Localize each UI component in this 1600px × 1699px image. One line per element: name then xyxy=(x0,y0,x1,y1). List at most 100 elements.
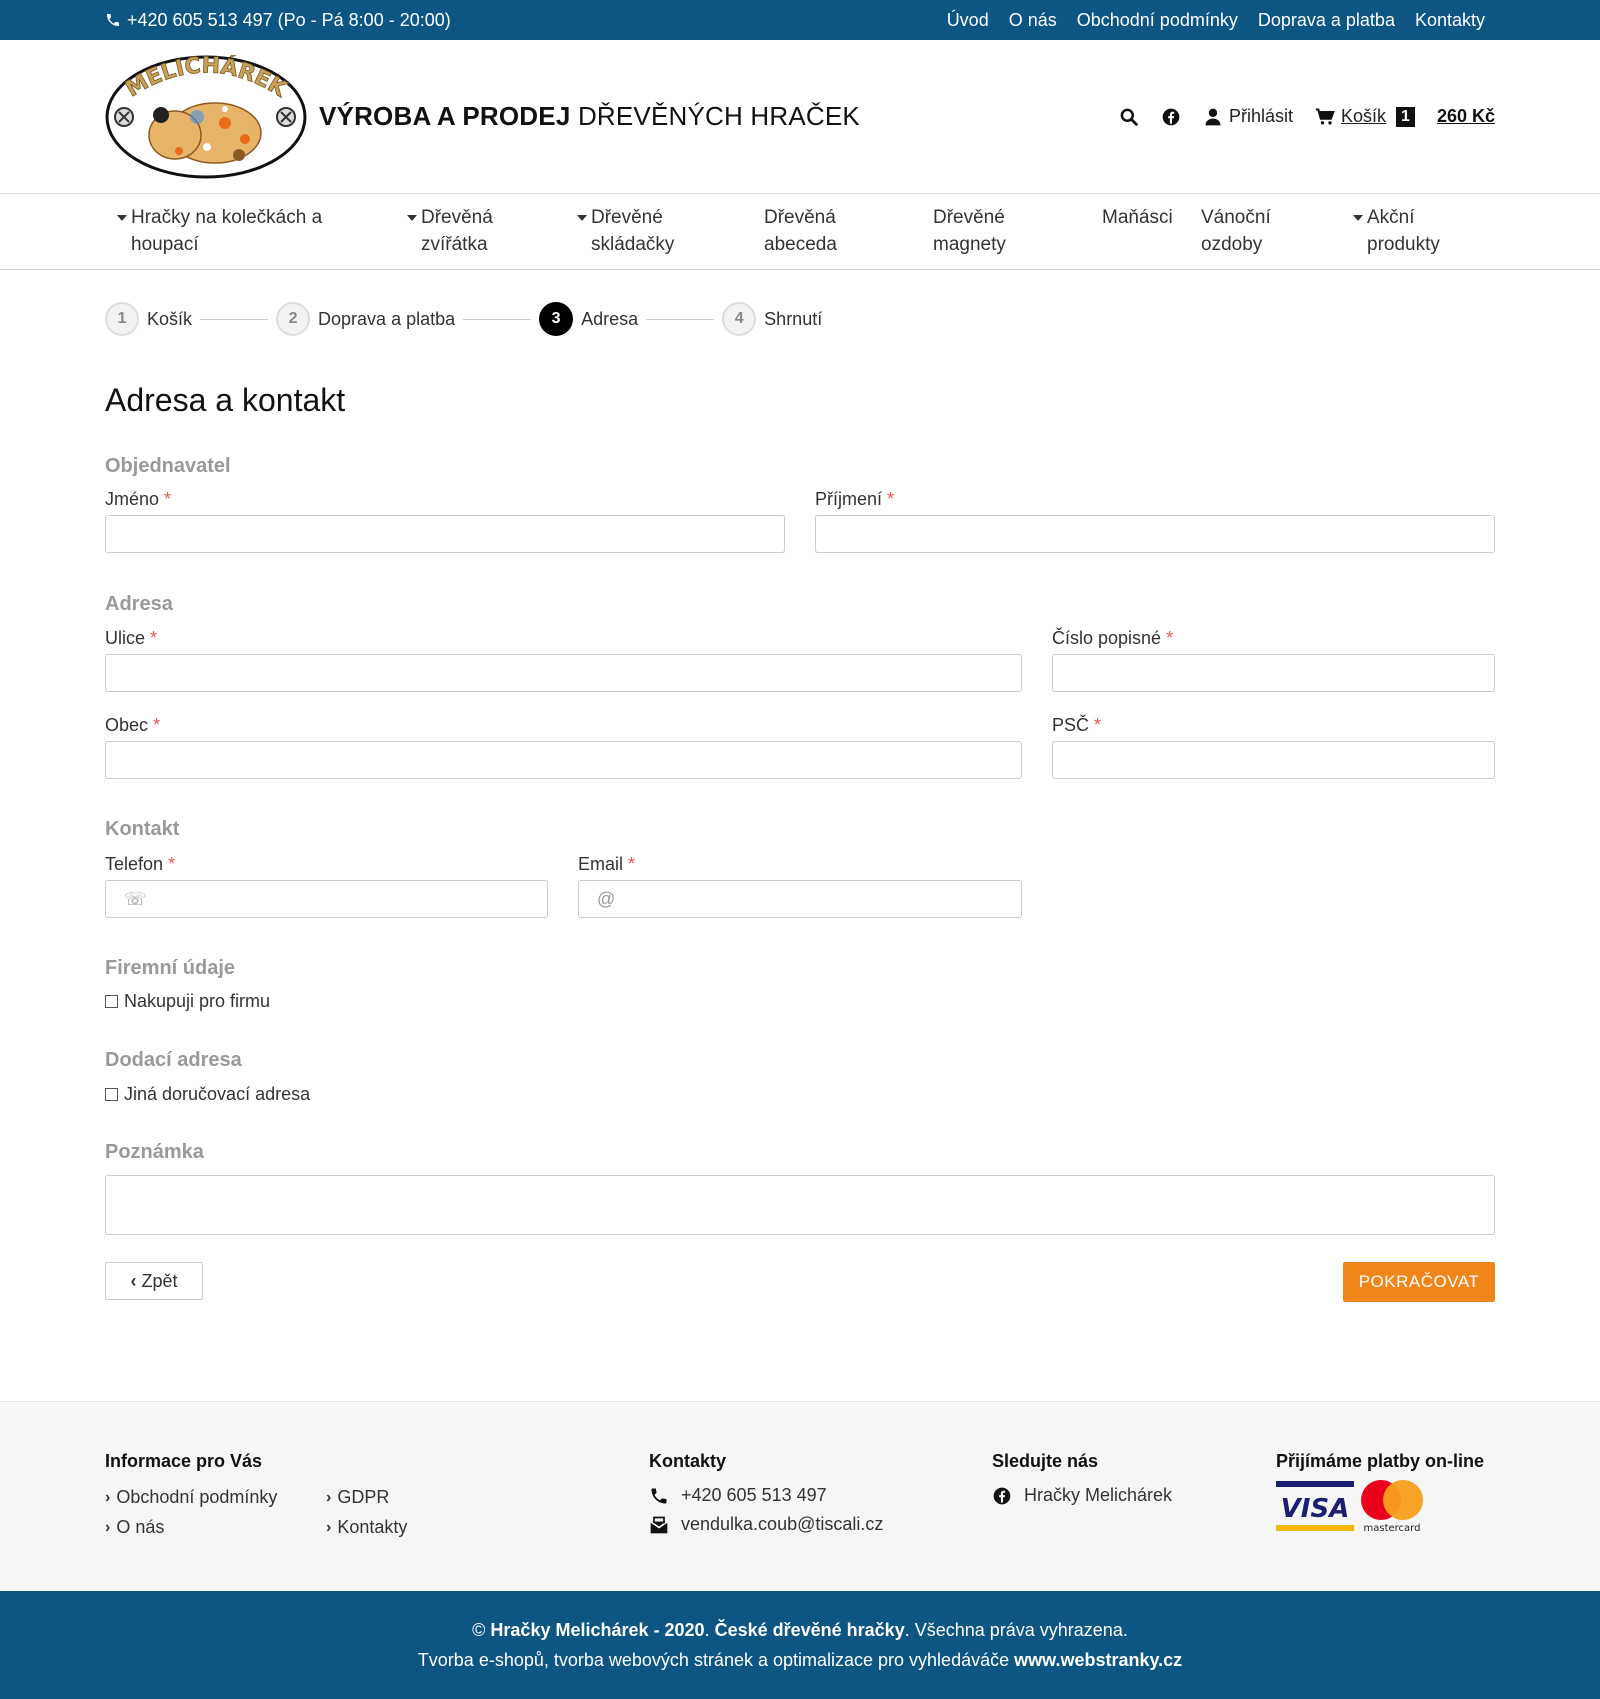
zip-input[interactable] xyxy=(1052,741,1495,779)
nav-item-hracky-na-koleckach[interactable]: Hračky na kolečkách a houpací xyxy=(117,204,407,258)
site-logo[interactable]: MELICHÁREK xyxy=(105,52,307,179)
label-text: Číslo popisné xyxy=(1052,628,1162,648)
caret-down-icon xyxy=(117,215,127,221)
footer-facebook-link[interactable]: Hračky Melichárek xyxy=(992,1485,1172,1506)
email-input[interactable]: @ xyxy=(578,880,1022,918)
credits-link[interactable]: www.webstranky.cz xyxy=(1014,1650,1182,1670)
top-nav-obchodni-podminky[interactable]: Obchodní podmínky xyxy=(1077,10,1238,31)
nav-item-drevene-skladacky[interactable]: Dřevěné skládačky xyxy=(577,204,764,258)
section-address: Adresa xyxy=(105,593,173,615)
delivery-checkbox-row[interactable]: Jiná doručovací adresa xyxy=(105,1084,310,1105)
copyright-symbol: © xyxy=(472,1620,486,1640)
footer-link-obchodni-podminky[interactable]: › Obchodní podmínky xyxy=(105,1487,277,1508)
section-contact: Kontakt xyxy=(105,818,180,840)
footer-phone[interactable]: +420 605 513 497 xyxy=(649,1485,827,1506)
nav-label: produkty xyxy=(1367,234,1440,255)
top-nav-o-nas[interactable]: O nás xyxy=(1009,10,1057,31)
street-input[interactable] xyxy=(105,654,1022,692)
top-nav-doprava-a-platba[interactable]: Doprava a platba xyxy=(1258,10,1395,31)
required-mark: * xyxy=(168,854,176,874)
continue-button-label: POKRAČOVAT xyxy=(1358,1272,1480,1291)
footer-link-label: Obchodní podmínky xyxy=(116,1487,278,1507)
nav-label: Maňásci xyxy=(1102,207,1173,228)
label-text: Email xyxy=(578,854,624,874)
caret-down-icon xyxy=(1353,215,1363,221)
top-nav-kontakty[interactable]: Kontakty xyxy=(1415,10,1485,31)
section-delivery: Dodací adresa xyxy=(105,1049,242,1071)
footer-link-kontakty[interactable]: › Kontakty xyxy=(326,1517,407,1538)
required-mark: * xyxy=(887,489,895,509)
nav-label: houpací xyxy=(131,234,199,255)
label-text: Jméno xyxy=(105,489,160,509)
last-name-input[interactable] xyxy=(815,515,1495,553)
delivery-checkbox[interactable] xyxy=(105,1088,118,1101)
house-number-input[interactable] xyxy=(1052,654,1495,692)
company-checkbox[interactable] xyxy=(105,995,118,1008)
city-label: Obec * xyxy=(105,715,160,736)
login-link[interactable]: Přihlásit xyxy=(1203,106,1293,127)
step-label: Doprava a platba xyxy=(318,308,456,329)
cart-price[interactable]: 260 Kč xyxy=(1437,106,1495,127)
email-placeholder: @ xyxy=(597,888,616,909)
nav-label: Akční xyxy=(1367,207,1415,228)
email-label: Email * xyxy=(578,854,635,875)
back-button-label: Zpět xyxy=(141,1270,178,1291)
footer-link-label: Kontakty xyxy=(337,1517,408,1537)
chevron-right-icon: › xyxy=(105,1518,111,1536)
label-text: Telefon xyxy=(105,854,164,874)
label-text: Ulice xyxy=(105,628,146,648)
first-name-input[interactable] xyxy=(105,515,785,553)
step-cart[interactable]: 1 Košík xyxy=(105,302,192,336)
top-phone[interactable]: +420 605 513 497 (Po - Pá 8:00 - 20:00) xyxy=(105,10,451,31)
user-icon xyxy=(1205,108,1221,125)
required-mark: * xyxy=(1166,628,1174,648)
nav-item-vanocni-ozdoby[interactable]: Vánoční ozdoby xyxy=(1201,204,1353,258)
nav-item-drevena-abeceda[interactable]: Dřevěná abeceda xyxy=(764,204,933,258)
tagline-bold: VÝROBA A PRODEJ xyxy=(319,101,571,131)
footer-link-gdpr[interactable]: › GDPR xyxy=(326,1487,389,1508)
cart-icon xyxy=(1315,107,1335,124)
label-text: PSČ xyxy=(1052,715,1090,735)
step-label: Shrnutí xyxy=(764,308,823,329)
footer-payments-title: Přijímáme platby on-line xyxy=(1276,1451,1485,1471)
step-number: 4 xyxy=(722,302,757,336)
nav-item-manasci[interactable]: Maňásci xyxy=(1102,204,1201,231)
step-divider xyxy=(200,318,269,320)
city-input[interactable] xyxy=(105,741,1022,779)
phone-icon xyxy=(651,1488,667,1503)
label-text: Obec xyxy=(105,715,149,735)
nav-item-drevene-magnety[interactable]: Dřevěné magnety xyxy=(933,204,1102,258)
back-button[interactable]: ‹ Zpět xyxy=(105,1262,203,1300)
nav-item-drevena-zviratka[interactable]: Dřevěná zvířátka xyxy=(407,204,577,258)
company-checkbox-row[interactable]: Nakupuji pro firmu xyxy=(105,991,270,1012)
main-nav: Hračky na kolečkách a houpací Dřevěná zvíř… xyxy=(0,194,1600,270)
top-nav-uvod[interactable]: Úvod xyxy=(947,10,989,31)
phone-input[interactable]: ☏ xyxy=(105,880,548,918)
search-icon xyxy=(1120,108,1138,126)
section-customer: Objednavatel xyxy=(105,455,231,477)
nav-item-akcni-produkty[interactable]: Akční produkty xyxy=(1353,204,1483,258)
credits-text: Tvorba e-shopů, tvorba webových stránek … xyxy=(417,1650,1010,1670)
footer-link-o-nas[interactable]: › O nás xyxy=(105,1517,164,1538)
logo-image: MELICHÁREK xyxy=(105,52,307,178)
footer-facebook-text: Hračky Melichárek xyxy=(1024,1485,1173,1505)
footer-link-label: GDPR xyxy=(337,1487,390,1507)
note-textarea[interactable] xyxy=(105,1175,1495,1235)
brand: MELICHÁREK VÝROBA A PRODEJ DŘEVĚNÝCH HRA… xyxy=(105,52,860,179)
footer-link-label: O nás xyxy=(116,1517,165,1537)
search-button[interactable] xyxy=(1119,107,1139,127)
mastercard-logo: mastercard xyxy=(1357,1477,1427,1534)
envelope-icon xyxy=(650,1516,668,1533)
cart-link[interactable]: Košík 1 xyxy=(1315,106,1415,127)
company-checkbox-label: Nakupuji pro firmu xyxy=(124,991,271,1011)
cart-label[interactable]: Košík xyxy=(1341,106,1386,127)
facebook-link[interactable] xyxy=(1161,107,1181,127)
nav-label: skládačky xyxy=(591,234,675,255)
top-nav: Úvod O nás Obchodní podmínky Doprava a p… xyxy=(947,10,1485,31)
continue-button[interactable]: POKRAČOVAT xyxy=(1343,1262,1495,1302)
footer-email-text: vendulka.coub@tiscali.cz xyxy=(681,1514,884,1534)
footer-email[interactable]: vendulka.coub@tiscali.cz xyxy=(649,1514,883,1535)
delivery-checkbox-label: Jiná doručovací adresa xyxy=(124,1084,311,1104)
step-shipping[interactable]: 2 Doprava a platba xyxy=(276,302,455,336)
caret-down-icon xyxy=(407,215,417,221)
